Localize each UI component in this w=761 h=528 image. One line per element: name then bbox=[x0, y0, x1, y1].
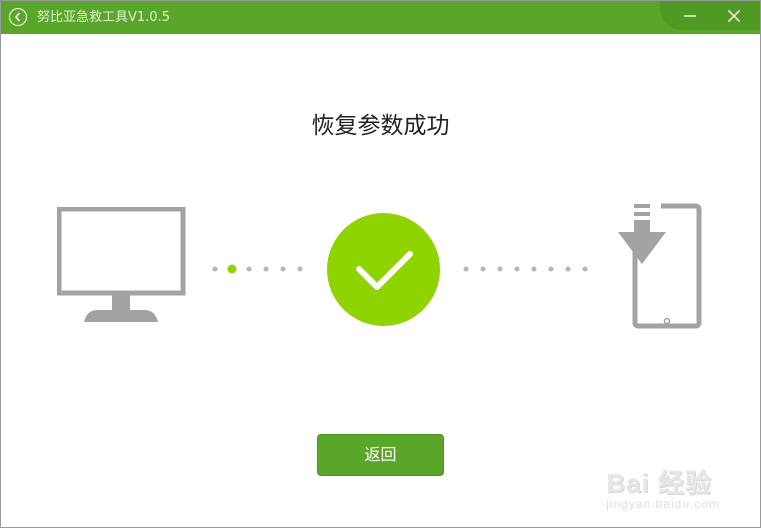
back-arrow-icon bbox=[15, 12, 20, 22]
progress-dot bbox=[497, 266, 503, 272]
watermark-url: jingyan.baidu.com bbox=[606, 497, 720, 511]
return-button[interactable]: 返回 bbox=[317, 434, 444, 476]
minimize-icon bbox=[684, 15, 696, 17]
progress-dot bbox=[246, 266, 252, 272]
progress-dot bbox=[212, 266, 218, 272]
progress-dots-right bbox=[463, 266, 588, 272]
progress-dot bbox=[548, 266, 554, 272]
progress-dot-active bbox=[227, 264, 237, 274]
progress-dots-left bbox=[212, 264, 303, 274]
progress-dot bbox=[297, 266, 303, 272]
watermark-logo-text: Bai 经验 bbox=[606, 468, 712, 498]
monitor-icon bbox=[56, 206, 186, 322]
close-button[interactable] bbox=[712, 1, 756, 30]
watermark: Bai 经验 jingyan.baidu.com bbox=[606, 469, 720, 511]
phone-illustration bbox=[616, 201, 706, 335]
title-bar: 努比亚急救工具V1.0.5 bbox=[1, 1, 760, 34]
progress-dot bbox=[565, 266, 571, 272]
progress-dot bbox=[514, 266, 520, 272]
checkmark-icon bbox=[356, 251, 413, 290]
progress-dot bbox=[480, 266, 486, 272]
computer-illustration bbox=[56, 206, 187, 329]
success-indicator bbox=[327, 213, 440, 326]
minimize-button[interactable] bbox=[668, 1, 712, 30]
status-title: 恢复参数成功 bbox=[311, 113, 450, 139]
window-controls bbox=[660, 1, 760, 30]
app-title: 努比亚急救工具V1.0.5 bbox=[37, 10, 170, 25]
progress-dot bbox=[582, 266, 588, 272]
back-button[interactable] bbox=[9, 8, 27, 26]
close-icon bbox=[728, 10, 740, 22]
progress-dot bbox=[280, 266, 286, 272]
phone-download-icon bbox=[618, 201, 702, 329]
progress-dot bbox=[263, 266, 269, 272]
progress-dot bbox=[463, 266, 469, 272]
app-window: 努比亚急救工具V1.0.5 恢复参数成功 返回 Bai 经验 jingyan.b… bbox=[0, 0, 761, 528]
progress-dot bbox=[531, 266, 537, 272]
